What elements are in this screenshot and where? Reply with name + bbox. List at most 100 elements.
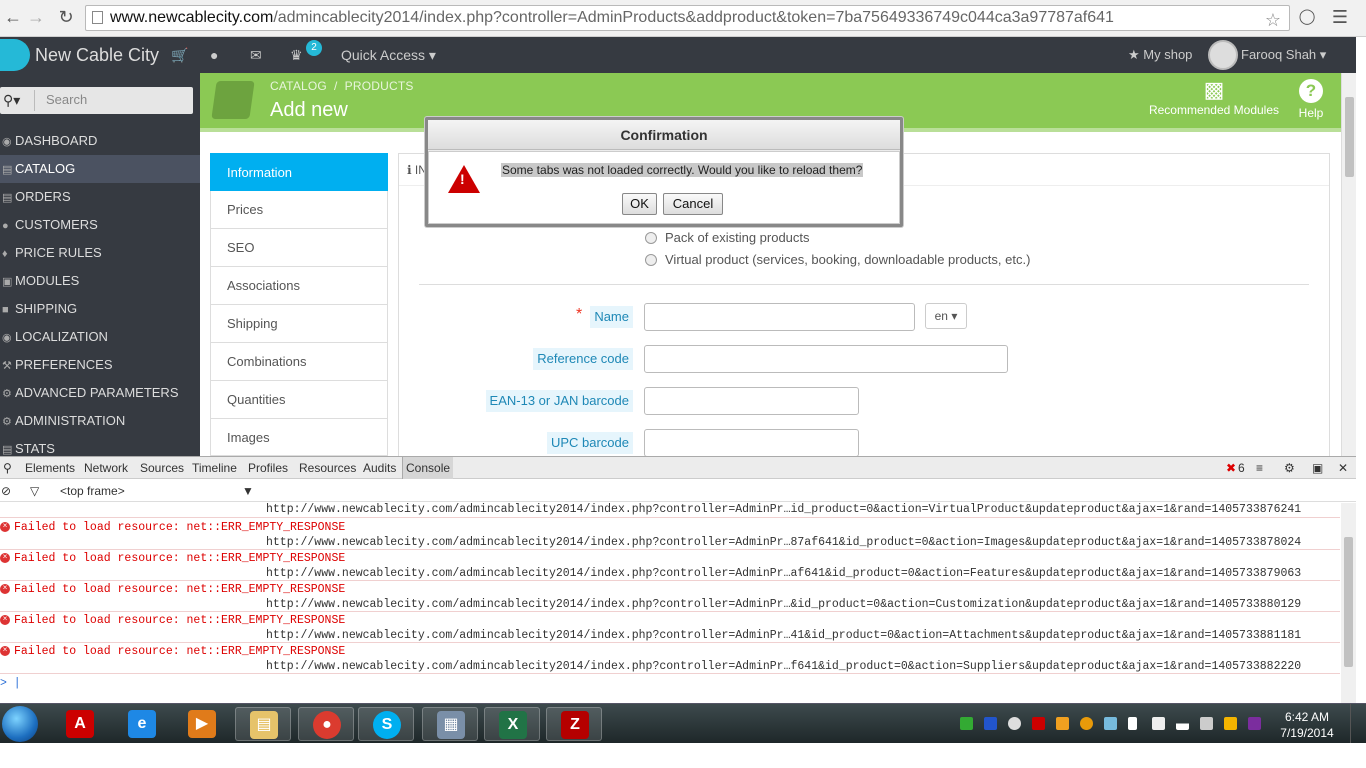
console-scrollbar[interactable] <box>1341 503 1356 703</box>
language-dropdown[interactable]: en ▾ <box>925 303 967 329</box>
cart-icon[interactable]: 🛒 <box>171 37 188 73</box>
resource-url[interactable]: http://www.newcablecity.com/admincableci… <box>266 536 1301 549</box>
close-icon[interactable]: ✕ <box>1338 457 1348 479</box>
sidebar-item-modules[interactable]: ▣ MODULES <box>0 267 200 295</box>
ok-button[interactable]: OK <box>622 193 657 215</box>
logo-icon[interactable] <box>0 39 30 71</box>
radio-virtual-product[interactable]: Virtual product (services, booking, down… <box>645 252 1030 267</box>
onenote-icon[interactable] <box>1248 717 1261 730</box>
radio-pack-product[interactable]: Pack of existing products <box>645 230 810 245</box>
tray-disk-icon[interactable] <box>1008 717 1021 730</box>
forward-icon[interactable]: → <box>25 6 47 28</box>
tab-seo[interactable]: SEO <box>210 229 388 267</box>
scroll-thumb[interactable] <box>1345 97 1354 177</box>
devtools-tab-network[interactable]: Network <box>84 457 128 479</box>
power-icon[interactable] <box>1152 717 1165 730</box>
resource-url[interactable]: http://www.newcablecity.com/admincableci… <box>266 629 1301 642</box>
sidebar-item-orders[interactable]: ▤ ORDERS <box>0 183 200 211</box>
bookmark-star-icon[interactable]: ☆ <box>1265 8 1281 30</box>
tab-combinations[interactable]: Combinations <box>210 343 388 381</box>
radio-circle[interactable] <box>645 254 657 266</box>
sidebar-item-advanced-parameters[interactable]: ⚙ ADVANCED PARAMETERS <box>0 379 200 407</box>
sidebar-item-shipping[interactable]: ■ SHIPPING <box>0 295 200 323</box>
skype-icon[interactable]: S <box>358 707 414 741</box>
radio-circle[interactable] <box>645 232 657 244</box>
name-input[interactable] <box>644 303 915 331</box>
tray-app-icon[interactable] <box>1104 717 1117 730</box>
menu-icon[interactable]: ☰ <box>1329 6 1351 28</box>
console-prompt[interactable]: > | <box>0 677 1300 690</box>
resource-url[interactable]: http://www.newcablecity.com/admincableci… <box>266 598 1301 611</box>
my-shop-link[interactable]: ★ My shop <box>1128 37 1192 73</box>
back-icon[interactable]: ← <box>2 6 24 28</box>
user-menu[interactable]: Farooq Shah ▾ <box>1241 37 1326 73</box>
devtools-tab-profiles[interactable]: Profiles <box>248 457 288 479</box>
devtools-tab-timeline[interactable]: Timeline <box>192 457 237 479</box>
envelope-icon[interactable]: ✉ <box>250 37 262 73</box>
resource-url[interactable]: http://www.newcablecity.com/admincableci… <box>266 567 1301 580</box>
trophy-icon[interactable]: ♛ <box>290 37 303 73</box>
sidebar-search[interactable]: ⚲▾ Search <box>0 87 193 114</box>
calculator-icon[interactable]: ▦ <box>422 707 478 741</box>
explorer-icon[interactable]: ▤ <box>235 707 291 741</box>
tab-information[interactable]: Information <box>210 153 388 191</box>
tray-app-icon[interactable] <box>1056 717 1069 730</box>
media-player-icon[interactable]: ▶ <box>174 707 230 741</box>
tab-images[interactable]: Images <box>210 419 388 456</box>
devtools-tab-elements[interactable]: Elements <box>25 457 75 479</box>
sidebar-item-dashboard[interactable]: ◉ DASHBOARD <box>0 127 200 155</box>
filter-icon[interactable]: ▽ <box>30 480 39 502</box>
brand-name[interactable]: New Cable City <box>35 37 159 73</box>
page-scrollbar[interactable] <box>1341 73 1356 456</box>
acrobat-icon[interactable]: A <box>52 707 108 741</box>
bluetooth-icon[interactable] <box>984 717 997 730</box>
search-input[interactable]: Search <box>46 92 87 107</box>
caret-down-icon[interactable]: ▼ <box>242 480 254 502</box>
reference-input[interactable] <box>644 345 1008 373</box>
excel-icon[interactable]: X <box>484 707 540 741</box>
clock[interactable]: 6:42 AM 7/19/2014 <box>1276 709 1338 741</box>
devtools-tab-resources[interactable]: Resources <box>299 457 356 479</box>
sidebar-item-localization[interactable]: ◉ LOCALIZATION <box>0 323 200 351</box>
tab-quantities[interactable]: Quantities <box>210 381 388 419</box>
ean-input[interactable] <box>644 387 859 415</box>
cancel-button[interactable]: Cancel <box>663 193 723 215</box>
filezilla-icon[interactable]: Z <box>546 707 602 741</box>
quick-access-menu[interactable]: Quick Access ▾ <box>341 37 436 73</box>
drawer-icon[interactable]: ≡ <box>1256 457 1263 479</box>
sidebar-item-preferences[interactable]: ⚒ PREFERENCES <box>0 351 200 379</box>
tab-associations[interactable]: Associations <box>210 267 388 305</box>
sidebar-item-catalog[interactable]: ▤ CATALOG <box>0 155 200 183</box>
upc-input[interactable] <box>644 429 859 457</box>
update-icon[interactable] <box>1080 717 1093 730</box>
resource-url[interactable]: http://www.newcablecity.com/admincableci… <box>266 660 1301 673</box>
adobe-icon[interactable] <box>1032 717 1045 730</box>
address-bar[interactable]: www.newcablecity.com/admincablecity2014/… <box>85 5 1290 31</box>
shield-icon[interactable]: ◯ <box>1296 6 1318 28</box>
scroll-thumb[interactable] <box>1344 537 1353 667</box>
user-icon[interactable]: ● <box>210 37 218 73</box>
show-desktop-button[interactable] <box>1350 704 1366 744</box>
recommended-modules-button[interactable]: ▩ Recommended Modules <box>1146 77 1282 117</box>
search-icon[interactable]: ⚲▾ <box>3 90 35 111</box>
reload-icon[interactable]: ↻ <box>55 6 77 28</box>
settings-gear-icon[interactable]: ⚙ <box>1284 457 1295 479</box>
clear-console-icon[interactable]: ⊘ <box>1 480 11 502</box>
action-center-flag-icon[interactable] <box>1128 717 1137 730</box>
devtools-tab-audits[interactable]: Audits <box>363 457 396 479</box>
devtools-search-icon[interactable]: ⚲ <box>3 457 12 479</box>
breadcrumb-catalog[interactable]: CATALOG <box>270 79 327 93</box>
start-button[interactable] <box>2 706 38 742</box>
breadcrumb-products[interactable]: PRODUCTS <box>345 79 414 93</box>
google-drive-icon[interactable] <box>1224 717 1237 730</box>
sidebar-item-price-rules[interactable]: ♦ PRICE RULES <box>0 239 200 267</box>
error-count-icon[interactable]: ✖ <box>1226 457 1236 479</box>
network-signal-icon[interactable] <box>1176 717 1189 730</box>
tab-shipping[interactable]: Shipping <box>210 305 388 343</box>
dock-icon[interactable]: ▣ <box>1312 457 1323 479</box>
volume-icon[interactable] <box>1200 717 1213 730</box>
sidebar-item-administration[interactable]: ⚙ ADMINISTRATION <box>0 407 200 435</box>
sidebar-item-customers[interactable]: ● CUSTOMERS <box>0 211 200 239</box>
devtools-tab-console[interactable]: Console <box>402 457 454 479</box>
internet-explorer-icon[interactable]: e <box>114 707 170 741</box>
